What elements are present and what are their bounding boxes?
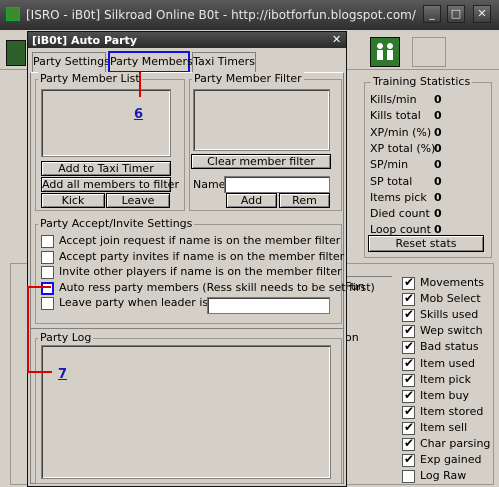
- log-option-checkbox[interactable]: [402, 275, 415, 290]
- log-option-checkbox[interactable]: [402, 404, 415, 419]
- dialog-close-icon[interactable]: ✕: [332, 33, 341, 46]
- party-member-filter-listbox[interactable]: [193, 89, 330, 151]
- party-member-listbox[interactable]: [41, 89, 171, 157]
- stat-value: 0: [434, 141, 442, 155]
- stat-value: 0: [434, 109, 442, 123]
- accept-option-label: Auto ress party members (Ress skill need…: [59, 280, 375, 294]
- stat-value: 0: [434, 207, 442, 221]
- accept-option-checkbox[interactable]: [41, 297, 54, 311]
- accept-option-label: Accept party invites if name is on the m…: [59, 249, 345, 263]
- party-log-area[interactable]: [41, 345, 331, 479]
- log-option-checkbox[interactable]: [402, 420, 415, 435]
- close-icon[interactable]: ✕: [473, 5, 491, 23]
- stat-label: SP/min: [370, 158, 409, 172]
- party-accept-settings-title: Party Accept/Invite Settings: [38, 217, 195, 230]
- training-statistics-title: Training Statistics: [371, 75, 473, 88]
- log-option-label: Wep switch: [420, 324, 483, 338]
- add-all-members-button[interactable]: Add all members to filter: [41, 177, 179, 192]
- annotation-7: 7: [58, 367, 68, 382]
- log-option-checkbox[interactable]: [402, 356, 415, 371]
- tab-taxi-timers[interactable]: Taxi Timers: [192, 52, 256, 72]
- log-text-area: [340, 276, 392, 482]
- log-option-label: Item sell: [420, 420, 468, 434]
- filter-name-input[interactable]: [224, 176, 330, 193]
- stat-label: XP/min (%): [370, 125, 432, 139]
- dialog-title: [iB0t] Auto Party: [32, 34, 137, 47]
- minimize-icon[interactable]: _: [423, 5, 441, 23]
- accept-option-label: Leave party when leader is not: [59, 296, 230, 310]
- stat-label: Died count: [370, 207, 430, 221]
- party-log-title: Party Log: [38, 331, 94, 344]
- party-member-filter-title: Party Member Filter: [192, 72, 304, 85]
- leader-name-input[interactable]: [207, 297, 330, 314]
- party-member-list-title: Party Member List: [38, 72, 142, 85]
- log-option-label: Item used: [420, 356, 475, 370]
- kick-button[interactable]: Kick: [41, 193, 105, 208]
- stat-value: 0: [434, 190, 442, 204]
- log-option-label: Bad status: [420, 340, 479, 354]
- log-option-label: Exp gained: [420, 453, 482, 467]
- add-to-taxi-timer-button[interactable]: Add to Taxi Timer: [41, 161, 171, 176]
- auto-party-dialog: [iB0t] Auto Party ✕ Party Settings Party…: [27, 31, 375, 487]
- add-filter-button[interactable]: Add: [226, 193, 277, 208]
- tab-party-settings[interactable]: Party Settings: [32, 52, 110, 72]
- stat-label: Items pick: [370, 190, 427, 204]
- accept-option-checkbox[interactable]: [41, 250, 54, 264]
- stat-value: 0: [434, 93, 442, 106]
- stat-value: 0: [434, 174, 442, 188]
- accept-option-label: Invite other players if name is on the m…: [59, 265, 342, 279]
- toolbar-slot-right[interactable]: [412, 37, 446, 67]
- log-option-checkbox[interactable]: [402, 470, 415, 484]
- accept-option-checkbox[interactable]: [41, 235, 54, 248]
- section-divider: [30, 328, 344, 329]
- stat-value: 0: [434, 158, 442, 172]
- log-option-label: Mob Select: [420, 292, 481, 306]
- log-option-label: Item pick: [420, 372, 471, 386]
- toolbar-icon-left[interactable]: [6, 40, 26, 66]
- stat-label: XP total (%): [370, 141, 436, 155]
- annotation-6: 6: [134, 107, 144, 122]
- log-option-label: Char parsing: [420, 437, 491, 450]
- log-option-label: Item stored: [420, 404, 484, 418]
- accept-option-checkbox[interactable]: [41, 281, 54, 295]
- app-icon: [6, 7, 20, 21]
- stat-label: Kills/min: [370, 93, 417, 106]
- clear-member-filter-button[interactable]: Clear member filter: [191, 154, 331, 169]
- log-option-checkbox[interactable]: [402, 372, 415, 387]
- log-option-checkbox[interactable]: [402, 291, 415, 307]
- maximize-icon[interactable]: □: [447, 5, 465, 23]
- main-title-bar: [ISRO - iB0t] Silkroad Online B0t - http…: [0, 0, 499, 30]
- rem-filter-button[interactable]: Rem: [279, 193, 330, 208]
- log-option-checkbox[interactable]: [402, 323, 415, 339]
- stat-value: 0: [434, 125, 442, 139]
- log-option-label: Item buy: [420, 388, 470, 402]
- leave-button[interactable]: Leave: [106, 193, 170, 208]
- party-tool-icon[interactable]: [370, 37, 400, 67]
- log-option-label: Movements: [420, 276, 484, 289]
- log-option-checkbox[interactable]: [402, 388, 415, 403]
- dialog-title-bar: [iB0t] Auto Party ✕: [28, 32, 346, 48]
- accept-option-label: Accept join request if name is on the me…: [59, 234, 341, 247]
- log-option-label: Log Raw: [420, 469, 467, 483]
- log-option-checkbox[interactable]: [402, 452, 415, 468]
- stat-label: SP total: [370, 174, 413, 188]
- stat-label: Kills total: [370, 109, 421, 123]
- filter-name-label: Name: [193, 178, 226, 191]
- tab-party-members[interactable]: Party Members: [108, 51, 193, 73]
- accept-option-checkbox[interactable]: [41, 266, 54, 280]
- log-option-checkbox[interactable]: [402, 436, 415, 451]
- log-option-checkbox[interactable]: [402, 339, 415, 355]
- log-option-label: Skills used: [420, 308, 479, 322]
- log-option-checkbox[interactable]: [402, 307, 415, 323]
- reset-stats-button[interactable]: Reset stats: [368, 235, 484, 252]
- behind-text-on: on: [345, 331, 359, 344]
- main-window-title: [ISRO - iB0t] Silkroad Online B0t - http…: [26, 8, 416, 22]
